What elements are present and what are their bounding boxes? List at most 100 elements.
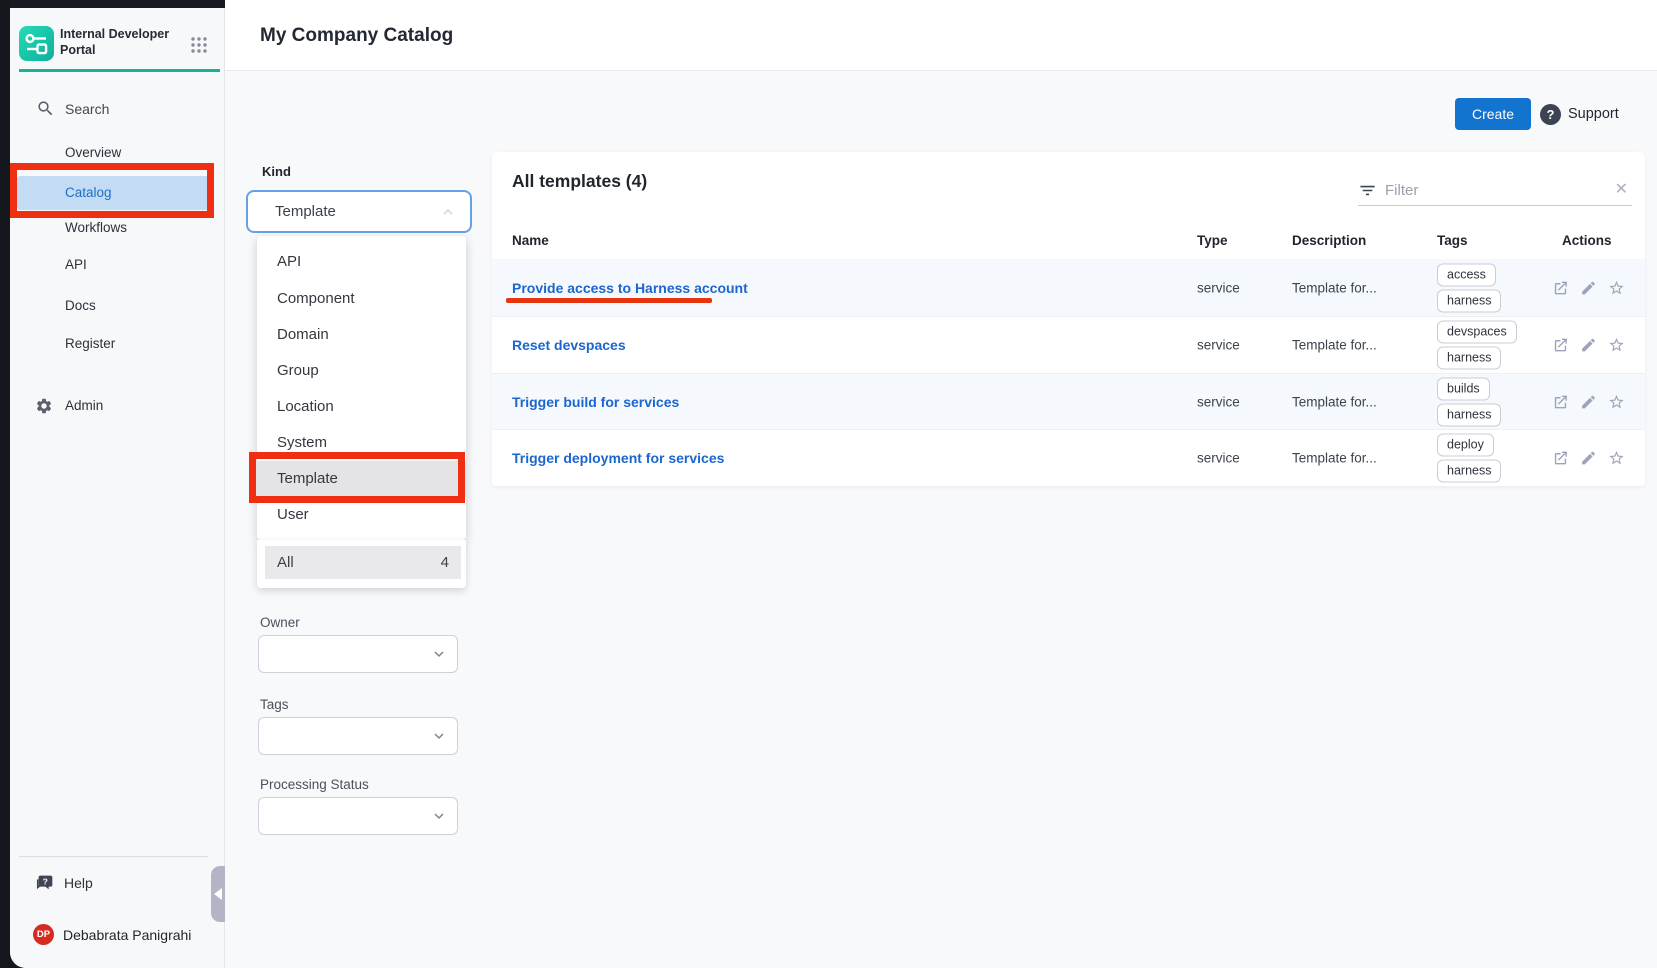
open-in-new-icon[interactable] bbox=[1552, 279, 1569, 296]
row-description: Template for... bbox=[1292, 338, 1377, 353]
create-button[interactable]: Create bbox=[1455, 98, 1531, 130]
user-profile[interactable]: DP Debabrata Panigrahi bbox=[10, 923, 220, 947]
svg-text:?: ? bbox=[43, 877, 48, 887]
tag-chip: harness bbox=[1437, 460, 1501, 483]
edit-pencil-icon[interactable] bbox=[1580, 279, 1597, 296]
sidebar-divider bbox=[19, 856, 208, 857]
column-header-name: Name bbox=[512, 233, 549, 248]
kind-select[interactable]: Template bbox=[246, 190, 472, 233]
row-actions bbox=[1552, 450, 1625, 467]
template-link[interactable]: Provide access to Harness account bbox=[512, 280, 748, 296]
support-link[interactable]: Support bbox=[1568, 101, 1619, 128]
help-icon: ? bbox=[34, 872, 56, 894]
edit-pencil-icon[interactable] bbox=[1580, 337, 1597, 354]
gear-icon bbox=[35, 397, 53, 415]
table-filter: ✕ bbox=[1358, 176, 1632, 206]
tag-chip: harness bbox=[1437, 347, 1501, 370]
row-tags: deploy harness bbox=[1437, 434, 1501, 483]
brand-title: Internal DeveloperPortal bbox=[60, 26, 169, 58]
sidebar-item-docs[interactable]: Docs bbox=[10, 289, 218, 323]
templates-table-card: All templates (4) ✕ Name Type Descriptio… bbox=[492, 152, 1645, 487]
open-in-new-icon[interactable] bbox=[1552, 393, 1569, 410]
annotation-underline bbox=[506, 298, 712, 303]
processing-status-filter-label: Processing Status bbox=[260, 777, 369, 792]
brand-divider bbox=[19, 69, 220, 72]
edit-pencil-icon[interactable] bbox=[1580, 450, 1597, 467]
search-label: Search bbox=[65, 94, 109, 124]
column-header-actions: Actions bbox=[1562, 233, 1612, 248]
star-icon[interactable] bbox=[1608, 450, 1625, 467]
table-row: Provide access to Harness account servic… bbox=[492, 259, 1645, 317]
page-title: My Company Catalog bbox=[260, 0, 453, 71]
support-help-icon[interactable]: ? bbox=[1540, 104, 1561, 125]
kind-option-api[interactable]: API bbox=[257, 244, 466, 280]
tag-chip: devspaces bbox=[1437, 321, 1517, 344]
clear-filter-icon[interactable]: ✕ bbox=[1615, 180, 1628, 200]
kind-option-domain[interactable]: Domain bbox=[257, 317, 466, 353]
sidebar-item-api[interactable]: API bbox=[10, 248, 218, 282]
table-title: All templates (4) bbox=[512, 171, 647, 192]
owner-filter-label: Owner bbox=[260, 615, 300, 630]
open-in-new-icon[interactable] bbox=[1552, 450, 1569, 467]
filter-list-icon bbox=[1358, 181, 1377, 200]
user-name: Debabrata Panigrahi bbox=[63, 923, 191, 947]
star-icon[interactable] bbox=[1608, 279, 1625, 296]
edit-pencil-icon[interactable] bbox=[1580, 393, 1597, 410]
kind-count-label: All bbox=[277, 546, 294, 579]
column-header-tags: Tags bbox=[1437, 233, 1468, 248]
sidebar-item-register[interactable]: Register bbox=[10, 327, 218, 361]
owner-select[interactable] bbox=[258, 635, 458, 673]
chevron-up-icon bbox=[440, 204, 456, 220]
tag-chip: access bbox=[1437, 263, 1496, 286]
kind-count-value: 4 bbox=[441, 546, 449, 579]
open-in-new-icon[interactable] bbox=[1552, 337, 1569, 354]
chevron-down-icon bbox=[431, 646, 447, 662]
table-row: Trigger deployment for services service … bbox=[492, 430, 1645, 487]
app-grid-icon[interactable] bbox=[190, 36, 208, 54]
kind-option-location[interactable]: Location bbox=[257, 389, 466, 425]
row-actions bbox=[1552, 279, 1625, 296]
kind-count-row-all[interactable]: All 4 bbox=[265, 546, 461, 579]
sidebar-item-admin-label: Admin bbox=[65, 389, 103, 423]
star-icon[interactable] bbox=[1608, 393, 1625, 410]
table-filter-input[interactable] bbox=[1385, 176, 1595, 204]
sidebar-item-admin[interactable]: Admin bbox=[10, 389, 225, 423]
row-type: service bbox=[1197, 451, 1240, 466]
row-tags: devspaces harness bbox=[1437, 321, 1517, 370]
row-tags: builds harness bbox=[1437, 377, 1501, 426]
row-tags: access harness bbox=[1437, 263, 1501, 312]
tag-chip: harness bbox=[1437, 403, 1501, 426]
screenshot-root: Internal DeveloperPortal Search Overview… bbox=[0, 0, 1657, 968]
template-link[interactable]: Trigger build for services bbox=[512, 394, 679, 410]
kind-select-value: Template bbox=[275, 192, 336, 231]
row-description: Template for... bbox=[1292, 394, 1377, 409]
template-link[interactable]: Reset devspaces bbox=[512, 337, 626, 353]
window-edge bbox=[10, 0, 225, 8]
help-label: Help bbox=[64, 870, 93, 896]
row-actions bbox=[1552, 393, 1625, 410]
sidebar: Internal DeveloperPortal Search Overview… bbox=[10, 0, 225, 968]
kind-option-group[interactable]: Group bbox=[257, 353, 466, 389]
chevron-down-icon bbox=[431, 808, 447, 824]
annotation-box-template bbox=[249, 452, 465, 503]
kind-filter-label: Kind bbox=[262, 164, 291, 179]
avatar: DP bbox=[33, 924, 54, 945]
annotation-box-catalog bbox=[10, 163, 214, 218]
column-header-description: Description bbox=[1292, 233, 1366, 248]
star-icon[interactable] bbox=[1608, 337, 1625, 354]
tag-chip: builds bbox=[1437, 377, 1490, 400]
tags-select[interactable] bbox=[258, 717, 458, 755]
kind-option-component[interactable]: Component bbox=[257, 281, 466, 317]
help-button[interactable]: ? Help bbox=[10, 870, 210, 896]
table-row: Reset devspaces service Template for... … bbox=[492, 317, 1645, 374]
row-actions bbox=[1552, 337, 1625, 354]
row-type: service bbox=[1197, 280, 1240, 295]
template-link[interactable]: Trigger deployment for services bbox=[512, 450, 724, 466]
column-header-type: Type bbox=[1197, 233, 1228, 248]
kind-count-panel: All 4 bbox=[257, 540, 466, 588]
processing-status-select[interactable] bbox=[258, 797, 458, 835]
sidebar-collapse-handle[interactable] bbox=[211, 866, 225, 922]
tag-chip: harness bbox=[1437, 289, 1501, 312]
sidebar-search[interactable]: Search bbox=[10, 94, 225, 124]
idp-logo-icon bbox=[19, 26, 54, 61]
